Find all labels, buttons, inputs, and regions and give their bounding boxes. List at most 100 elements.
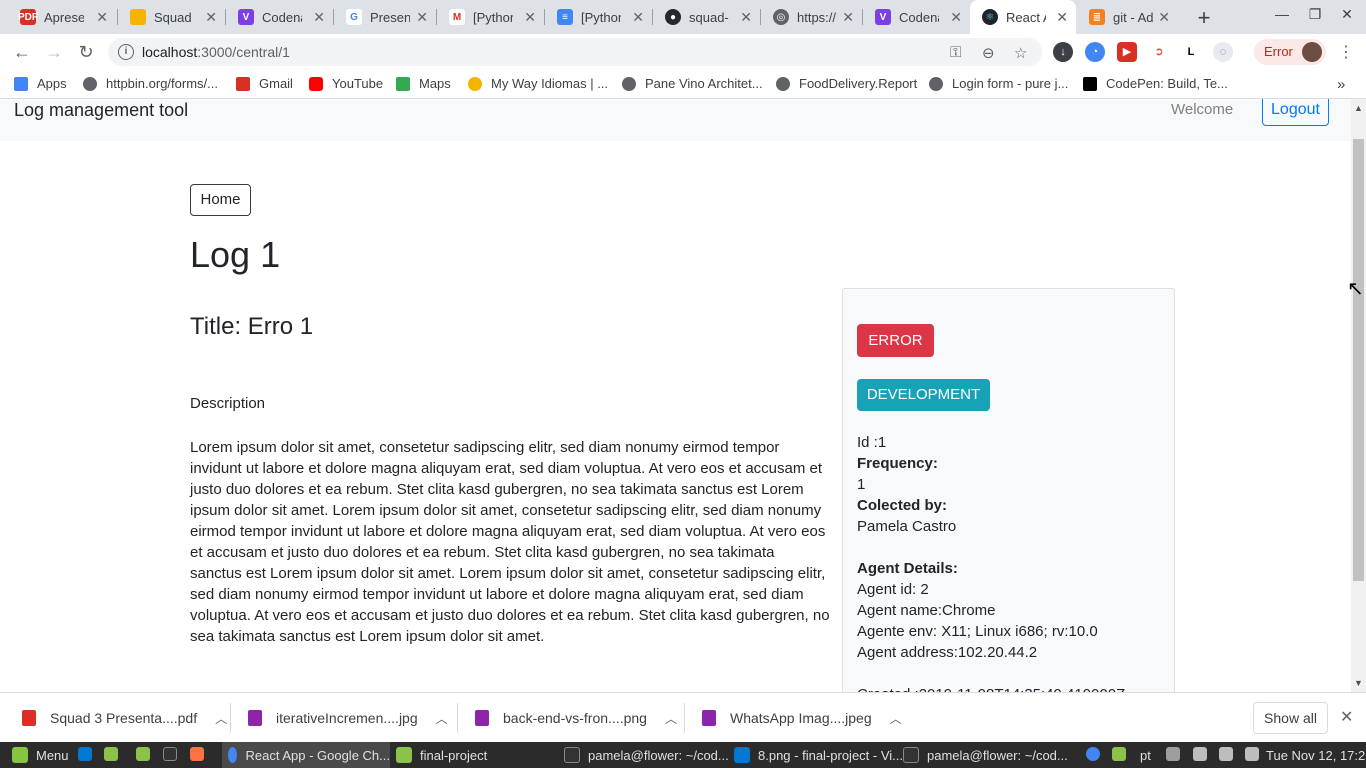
close-icon[interactable]: ✕ <box>205 9 217 26</box>
taskbar-window-files[interactable]: final-project <box>396 742 487 768</box>
taskbar-window-terminal[interactable]: pamela@flower: ~/cod... <box>564 742 729 768</box>
start-menu-button[interactable]: Menu <box>12 742 69 768</box>
chevron-up-icon[interactable]: ︿ <box>665 710 677 727</box>
tracker-ext-icon[interactable]: ◌ <box>1213 42 1233 62</box>
scroll-down-icon[interactable]: ▼ <box>1354 678 1363 688</box>
address-bar[interactable]: i localhost:3000/central/1 ⚿ ⊖ ☆ <box>108 38 1042 66</box>
tab-codenation-2[interactable]: V Codenation ✕ <box>863 0 970 34</box>
reload-icon[interactable]: ↻ <box>74 40 98 64</box>
folder-launcher-icon[interactable] <box>136 747 150 761</box>
details-list: Id :1 Frequency: 1 Colected by: Pamela C… <box>857 432 1157 692</box>
tab-react-app[interactable]: ⚛ React App ✕ <box>970 0 1076 34</box>
chevron-up-icon[interactable]: ︿ <box>436 710 448 727</box>
keyboard-layout[interactable]: pt <box>1140 742 1151 768</box>
menu-kebab-icon[interactable]: ⋮ <box>1338 42 1354 62</box>
close-icon[interactable]: ✕ <box>950 9 962 26</box>
image-file-icon <box>475 710 489 726</box>
tab-docs-python[interactable]: ≡ [Python] ✕ <box>545 0 652 34</box>
close-icon[interactable]: ✕ <box>524 9 536 26</box>
firefox-launcher-icon[interactable] <box>190 747 204 761</box>
tab-squad3[interactable]: Squad 3 ✕ <box>118 0 225 34</box>
chevron-up-icon[interactable]: ︿ <box>215 710 227 727</box>
bookmark-loginform[interactable]: Login form - pure j... <box>929 76 1068 91</box>
github-icon: ● <box>665 9 681 25</box>
bookmark-youtube[interactable]: YouTube <box>309 76 383 91</box>
tab-gmail-python[interactable]: M [Python] ✕ <box>437 0 544 34</box>
codepen-icon <box>1083 76 1097 91</box>
logout-button[interactable]: Logout <box>1262 99 1329 126</box>
scroll-up-icon[interactable]: ▲ <box>1354 103 1363 113</box>
youtube-ext-icon[interactable]: ▶ <box>1117 42 1137 62</box>
tab-codenation[interactable]: V Codenation ✕ <box>226 0 333 34</box>
profile-error-chip[interactable]: Error <box>1254 39 1326 65</box>
bookmark-maps[interactable]: Maps <box>396 76 451 91</box>
terminal-icon <box>564 747 580 763</box>
zoom-icon[interactable]: ⊖ <box>982 44 995 62</box>
tab-label: [Python] <box>473 9 513 25</box>
close-icon[interactable]: ✕ <box>96 9 108 26</box>
info-icon[interactable]: i <box>118 44 134 60</box>
show-all-button[interactable]: Show all <box>1253 702 1328 734</box>
window-close-icon[interactable]: ✕ <box>1337 6 1357 23</box>
shield-icon[interactable] <box>1166 747 1180 761</box>
bluetooth-icon[interactable] <box>1086 747 1100 761</box>
tray-folder-icon[interactable] <box>1112 747 1126 761</box>
close-icon[interactable]: ✕ <box>1056 9 1068 26</box>
bookmark-apps[interactable]: Apps <box>14 76 67 91</box>
bookmark-myway[interactable]: My Way Idiomas | ... <box>468 76 608 91</box>
bookmark-codepen[interactable]: CodePen: Build, Te... <box>1083 76 1228 91</box>
bookmark-panevino[interactable]: Pane Vino Architet... <box>622 76 763 91</box>
folder-icon <box>396 747 412 763</box>
bookmark-fooddelivery[interactable]: FoodDelivery.Report <box>776 76 917 91</box>
close-icon[interactable]: ✕ <box>632 9 644 26</box>
download-item[interactable]: Squad 3 Presenta....pdf ︿ <box>22 693 227 743</box>
back-arrow-icon[interactable]: ← <box>10 40 34 64</box>
new-tab-button[interactable]: + <box>1194 5 1214 31</box>
extension-icon[interactable]: ◔ <box>1085 42 1105 62</box>
l-ext-icon[interactable]: L <box>1181 42 1201 62</box>
bookmark-httpbin[interactable]: httpbin.org/forms/... <box>83 76 218 91</box>
tab-presentation[interactable]: G Presentation ✕ <box>334 0 436 34</box>
vscode-launcher-icon[interactable] <box>78 747 92 761</box>
clock[interactable]: Tue Nov 12, 17:26 <box>1266 742 1366 768</box>
bookmark-gmail[interactable]: Gmail <box>236 76 293 91</box>
tab-apresentacao[interactable]: PDF Apresentação ✕ <box>8 0 116 34</box>
url-text[interactable]: localhost:3000/central/1 <box>142 44 290 60</box>
close-icon[interactable]: ✕ <box>416 9 428 26</box>
tab-https[interactable]: ◎ https:// ✕ <box>761 0 862 34</box>
close-icon[interactable]: ✕ <box>1340 707 1353 727</box>
taskbar-window-vscode[interactable]: 8.png - final-project - Vi... <box>734 742 903 768</box>
download-item[interactable]: WhatsApp Imag....jpeg ︿ <box>702 693 902 743</box>
id-line: Id :1 <box>857 434 887 451</box>
files-launcher-icon[interactable] <box>104 747 118 761</box>
cast-ext-icon[interactable]: ➲ <box>1149 42 1169 62</box>
scroll-thumb[interactable] <box>1353 139 1364 581</box>
star-icon[interactable]: ☆ <box>1014 44 1027 62</box>
brand[interactable]: Log management tool <box>14 100 188 121</box>
forward-arrow-icon[interactable]: → <box>42 40 66 64</box>
download-item[interactable]: back-end-vs-fron....png ︿ <box>475 693 677 743</box>
close-icon[interactable]: ✕ <box>313 9 325 26</box>
download-ext-icon[interactable]: ↓ <box>1053 42 1073 62</box>
close-icon[interactable]: ✕ <box>842 9 854 26</box>
key-icon[interactable]: ⚿ <box>950 44 961 61</box>
volume-icon[interactable] <box>1219 747 1233 761</box>
chevron-up-icon[interactable]: ︿ <box>890 710 902 727</box>
taskbar-window-chrome[interactable]: React App - Google Ch... <box>222 742 390 768</box>
taskbar-window-terminal-2[interactable]: pamela@flower: ~/cod... <box>903 742 1068 768</box>
close-icon[interactable]: ✕ <box>740 9 752 26</box>
tab-label: git - Add <box>1113 9 1153 25</box>
download-item[interactable]: iterativeIncremen....jpg ︿ <box>248 693 448 743</box>
wifi-icon[interactable] <box>1193 747 1207 761</box>
tab-github-squad3[interactable]: ● squad-3 ✕ <box>653 0 760 34</box>
bookmarks-overflow-icon[interactable]: » <box>1337 76 1345 93</box>
battery-icon[interactable] <box>1245 747 1259 761</box>
home-button[interactable]: Home <box>190 184 251 216</box>
minimize-icon[interactable]: — <box>1272 6 1292 22</box>
restore-icon[interactable]: ❐ <box>1305 6 1325 23</box>
tab-git-add[interactable]: ≣ git - Add ✕ <box>1077 0 1178 34</box>
terminal-launcher-icon[interactable] <box>163 747 177 761</box>
close-icon[interactable]: ✕ <box>1158 9 1170 26</box>
page-scrollbar[interactable]: ▲ ▼ <box>1351 99 1366 692</box>
gmail-icon: M <box>449 9 465 25</box>
